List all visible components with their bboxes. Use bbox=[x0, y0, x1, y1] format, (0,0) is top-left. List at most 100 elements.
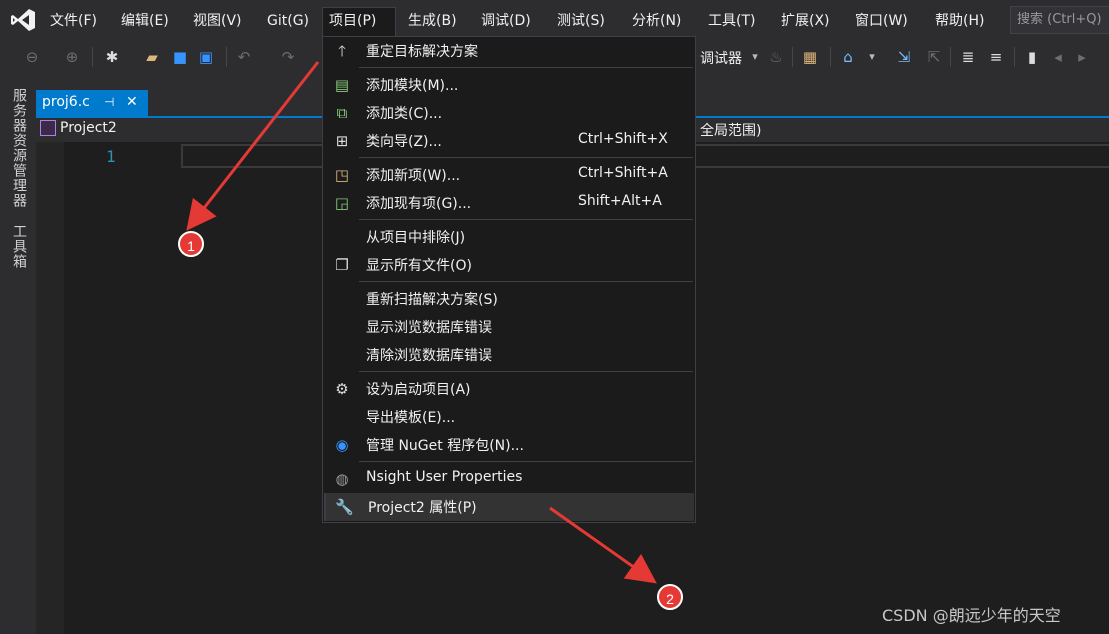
gear-icon: ⚙ bbox=[335, 380, 349, 398]
menu-item-3[interactable]: ⊞ 类向导(Z)... Ctrl+Shift+X bbox=[324, 127, 694, 155]
toolbox-tab[interactable]: 工具箱 bbox=[9, 224, 29, 269]
menu-item-12[interactable]: 导出模板(E)... bbox=[324, 403, 694, 431]
toolbar-separator bbox=[830, 47, 831, 67]
menu-item-label: 从项目中排除(J) bbox=[366, 230, 466, 246]
menu-item-label: 管理 NuGet 程序包(N)... bbox=[366, 438, 524, 454]
menu-item-7[interactable]: ❐ 显示所有文件(O) bbox=[324, 251, 694, 279]
add-class-icon: ⧉ bbox=[336, 104, 348, 122]
menu-item-label: 重新扫描解决方案(S) bbox=[366, 292, 498, 308]
arrow-up-icon: 🡑 bbox=[338, 42, 346, 60]
hot-reload-icon[interactable]: ♨ bbox=[766, 47, 786, 67]
menu-item-label: 类向导(Z)... bbox=[366, 134, 442, 150]
menu-item-13[interactable]: ◉ 管理 NuGet 程序包(N)... bbox=[324, 431, 694, 459]
menu-separator bbox=[359, 157, 693, 158]
toolbar-separator bbox=[950, 47, 951, 67]
menu-separator bbox=[359, 281, 693, 282]
menu-separator bbox=[359, 67, 693, 68]
menu-item-2[interactable]: ⧉ 添加类(C)... bbox=[324, 99, 694, 127]
chevron-down-icon[interactable]: ▾ bbox=[745, 47, 765, 67]
chevron-down-icon[interactable]: ▾ bbox=[862, 47, 882, 67]
back-icon[interactable]: ⊖ bbox=[22, 47, 42, 67]
menu-item-label: Project2 属性(P) bbox=[368, 500, 477, 516]
editor-margin bbox=[36, 142, 64, 634]
menu-item-11[interactable]: ⚙ 设为启动项目(A) bbox=[324, 375, 694, 403]
nsight-icon: ◍ bbox=[335, 470, 349, 488]
menu-tools[interactable]: 工具(T) bbox=[702, 10, 761, 32]
undo-icon[interactable]: ↶ bbox=[234, 47, 254, 67]
search-input[interactable]: 搜索 (Ctrl+Q) bbox=[1010, 6, 1109, 34]
menu-separator bbox=[359, 219, 693, 220]
menu-item-15[interactable]: 🔧 Project2 属性(P) bbox=[324, 493, 694, 521]
menu-view[interactable]: 视图(V) bbox=[187, 10, 248, 32]
menu-item-label: 显示浏览数据库错误 bbox=[366, 320, 492, 336]
menu-item-9[interactable]: 显示浏览数据库错误 bbox=[324, 313, 694, 341]
tab-proj6[interactable]: proj6.c ⊣ ✕ bbox=[36, 90, 148, 116]
toolbar-separator bbox=[792, 47, 793, 67]
scope-dropdown[interactable]: 全局范围) bbox=[700, 120, 761, 140]
toolbar-separator bbox=[226, 47, 227, 67]
menu-item-10[interactable]: 清除浏览数据库错误 bbox=[324, 341, 694, 369]
menu-item-label: 清除浏览数据库错误 bbox=[366, 348, 492, 364]
annotation-badge-2: 2 bbox=[657, 584, 683, 610]
menu-build[interactable]: 生成(B) bbox=[402, 10, 463, 32]
step-over-icon[interactable]: ⇱ bbox=[924, 47, 944, 67]
menu-item-shortcut: Ctrl+Shift+X bbox=[578, 131, 668, 147]
nuget-icon: ◉ bbox=[335, 436, 349, 454]
tab-label: proj6.c bbox=[42, 94, 90, 110]
menu-item-label: Nsight User Properties bbox=[366, 469, 523, 485]
add-new-item-icon: ◳ bbox=[334, 166, 350, 184]
close-icon[interactable]: ✕ bbox=[126, 90, 138, 114]
menu-item-shortcut: Shift+Alt+A bbox=[578, 193, 662, 209]
show-all-files-icon: ❐ bbox=[335, 256, 349, 274]
server-explorer-tab[interactable]: 服务器资源管理器 bbox=[9, 88, 29, 208]
menu-item-label: 导出模板(E)... bbox=[366, 410, 456, 426]
menu-project[interactable]: 项目(P) bbox=[322, 7, 396, 37]
class-wizard-icon: ⊞ bbox=[335, 132, 349, 150]
uncomment-icon[interactable]: ≡ bbox=[986, 47, 1006, 67]
menu-extensions[interactable]: 扩展(X) bbox=[775, 10, 836, 32]
menu-edit[interactable]: 编辑(E) bbox=[115, 10, 175, 32]
menu-debug[interactable]: 调试(D) bbox=[475, 10, 537, 32]
menu-item-0[interactable]: 🡑 重定目标解决方案 bbox=[324, 37, 694, 65]
next-bookmark-icon[interactable]: ▸ bbox=[1072, 47, 1092, 67]
debugger-label[interactable]: 调试器 bbox=[700, 48, 742, 68]
visual-studio-logo-icon[interactable] bbox=[10, 8, 36, 32]
menu-item-5[interactable]: ◲ 添加现有项(G)... Shift+Alt+A bbox=[324, 189, 694, 217]
menu-item-label: 添加类(C)... bbox=[366, 106, 443, 122]
find-in-files-icon[interactable]: ▦ bbox=[800, 47, 820, 67]
home-icon[interactable]: ⌂ bbox=[838, 47, 858, 67]
project-dropdown[interactable]: Project2 bbox=[40, 120, 117, 140]
comment-icon[interactable]: ≣ bbox=[958, 47, 978, 67]
menu-item-label: 添加现有项(G)... bbox=[366, 196, 472, 212]
menu-item-4[interactable]: ◳ 添加新项(W)... Ctrl+Shift+A bbox=[324, 161, 694, 189]
menu-bar: 文件(F) 编辑(E) 视图(V) Git(G) 项目(P) 生成(B) 调试(… bbox=[0, 0, 1109, 40]
forward-icon[interactable]: ⊕ bbox=[62, 47, 82, 67]
menu-git[interactable]: Git(G) bbox=[261, 10, 315, 32]
menu-item-6[interactable]: 从项目中排除(J) bbox=[324, 223, 694, 251]
menu-item-label: 添加模块(M)... bbox=[366, 78, 459, 94]
new-project-icon[interactable]: ✱ bbox=[102, 47, 122, 67]
project-menu-dropdown: 🡑 重定目标解决方案 ▤ 添加模块(M)... ⧉ 添加类(C)... ⊞ 类向导(Z)...… bbox=[322, 36, 696, 523]
bookmark-icon[interactable]: ▮ bbox=[1022, 47, 1042, 67]
menu-item-8[interactable]: 重新扫描解决方案(S) bbox=[324, 285, 694, 313]
redo-icon[interactable]: ↷ bbox=[278, 47, 298, 67]
open-folder-icon[interactable]: ▰ bbox=[142, 47, 162, 67]
menu-item-label: 重定目标解决方案 bbox=[366, 44, 478, 60]
step-icon[interactable]: ⇲ bbox=[894, 47, 914, 67]
menu-item-14[interactable]: ◍ Nsight User Properties bbox=[324, 465, 694, 493]
left-tool-strip: 服务器资源管理器 工具箱 bbox=[0, 74, 36, 634]
save-icon[interactable]: ■ bbox=[170, 47, 190, 67]
menu-item-1[interactable]: ▤ 添加模块(M)... bbox=[324, 71, 694, 99]
prev-bookmark-icon[interactable]: ◂ bbox=[1048, 47, 1068, 67]
pin-icon[interactable]: ⊣ bbox=[104, 90, 114, 114]
menu-analyze[interactable]: 分析(N) bbox=[626, 10, 687, 32]
annotation-badge-1: 1 bbox=[178, 231, 204, 257]
menu-help[interactable]: 帮助(H) bbox=[929, 10, 990, 32]
line-number: 1 bbox=[106, 147, 116, 166]
menu-window[interactable]: 窗口(W) bbox=[849, 10, 914, 32]
menu-file[interactable]: 文件(F) bbox=[44, 10, 103, 32]
menu-test[interactable]: 测试(S) bbox=[551, 10, 611, 32]
menu-item-shortcut: Ctrl+Shift+A bbox=[578, 165, 668, 181]
watermark: CSDN @朗远少年的天空 bbox=[882, 606, 1061, 625]
save-all-icon[interactable]: ▣ bbox=[196, 47, 216, 67]
